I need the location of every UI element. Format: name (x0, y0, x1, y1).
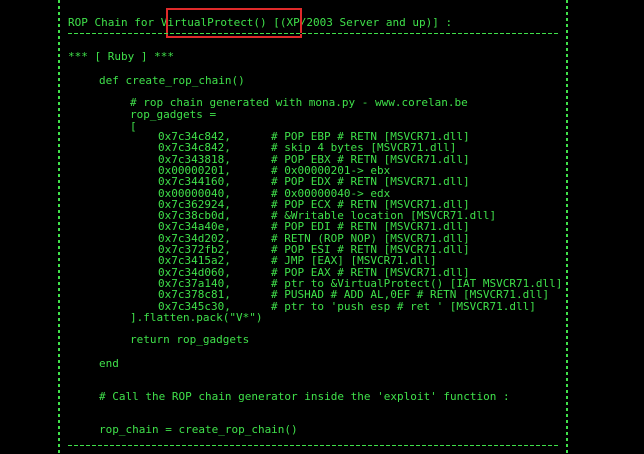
call-comment: # Call the ROP chain generator inside th… (99, 390, 510, 403)
terminal-window: ROP Chain for VirtualProtect() [(XP/2003… (0, 0, 644, 454)
right-margin-bar (566, 0, 568, 454)
gadget-comment: # ptr to 'push esp # ret ' [MSVCR71.dll] (271, 300, 536, 313)
end-line: end (99, 357, 119, 370)
separator-dashes (68, 33, 560, 34)
call-line: rop_chain = create_rop_chain() (99, 423, 298, 436)
def-line: def create_rop_chain() (99, 74, 245, 87)
assign-line: rop_gadgets = (130, 108, 217, 121)
return-line: return rop_gadgets (130, 333, 250, 346)
title-prefix: ROP Chain for (68, 16, 161, 29)
section-label: *** [ Ruby ] *** (68, 50, 174, 63)
left-margin-bar (58, 0, 60, 454)
open-bracket: [ (130, 120, 137, 133)
close-line: ].flatten.pack("V*") (130, 311, 263, 324)
bottom-separator (68, 445, 560, 446)
